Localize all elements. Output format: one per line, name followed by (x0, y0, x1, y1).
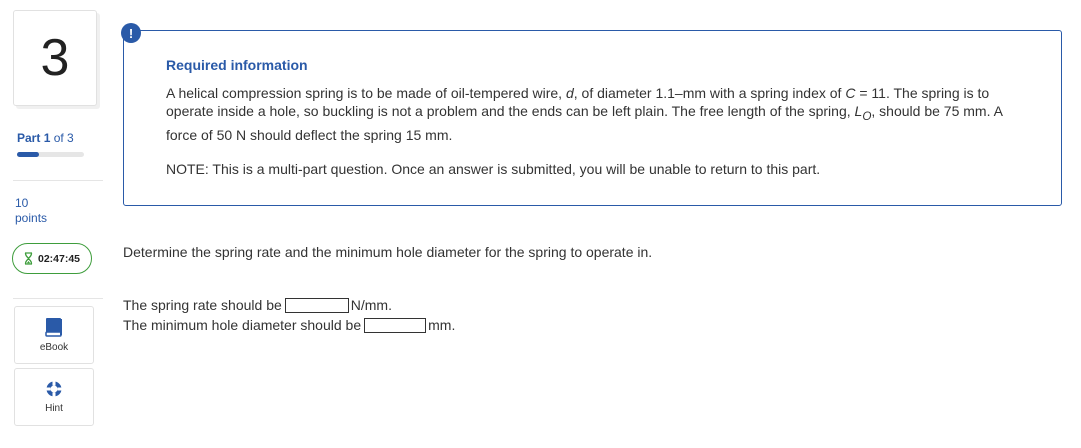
answer-unit: mm. (428, 317, 456, 333)
hourglass-icon (24, 252, 33, 265)
question-prompt: Determine the spring rate and the minimu… (123, 244, 653, 260)
sidebar-divider (13, 180, 103, 181)
part-word: Part (17, 131, 41, 145)
alert-icon: ! (121, 23, 141, 43)
part-progress-bar (17, 152, 84, 157)
answer-line-spring-rate: The spring rate should be N/mm. (123, 297, 392, 313)
info-text: A helical compression spring is to be ma… (166, 85, 566, 101)
points-display: 10 points (15, 196, 47, 226)
part-indicator: Part 1 of 3 (17, 131, 74, 145)
info-text: , of diameter 1.1–mm with a spring index… (573, 85, 846, 101)
info-var-d: d (565, 85, 574, 101)
points-value: 10 (15, 196, 29, 210)
timer-value: 02:47:45 (37, 252, 81, 265)
part-of: of 3 (53, 131, 74, 145)
answer-prefix: The spring rate should be (123, 297, 282, 313)
hint-label: Hint (45, 403, 63, 414)
info-title: Required information (166, 57, 308, 73)
book-icon (45, 318, 62, 337)
lifebuoy-icon (46, 381, 62, 397)
hint-button[interactable]: Hint (14, 368, 94, 426)
spring-rate-input[interactable] (284, 297, 349, 313)
ebook-label: eBook (39, 342, 69, 353)
question-number-card: 3 (13, 10, 97, 106)
part-current: 1 (43, 131, 51, 145)
answer-prefix: The minimum hole diameter should be (123, 317, 362, 333)
sidebar-divider (13, 298, 103, 299)
multi-part-note: NOTE: This is a multi-part question. Onc… (166, 161, 821, 177)
question-number: 3 (40, 29, 70, 87)
info-var-c: C (845, 85, 856, 101)
ebook-button[interactable]: eBook (14, 306, 94, 364)
hole-diameter-input[interactable] (364, 317, 427, 333)
answer-line-hole-diameter: The minimum hole diameter should be mm. (123, 317, 455, 333)
part-progress-fill (17, 152, 40, 157)
info-body: A helical compression spring is to be ma… (166, 84, 1016, 144)
answer-unit: N/mm. (350, 297, 392, 313)
points-label: points (15, 211, 48, 225)
timer[interactable]: 02:47:45 (12, 243, 92, 274)
